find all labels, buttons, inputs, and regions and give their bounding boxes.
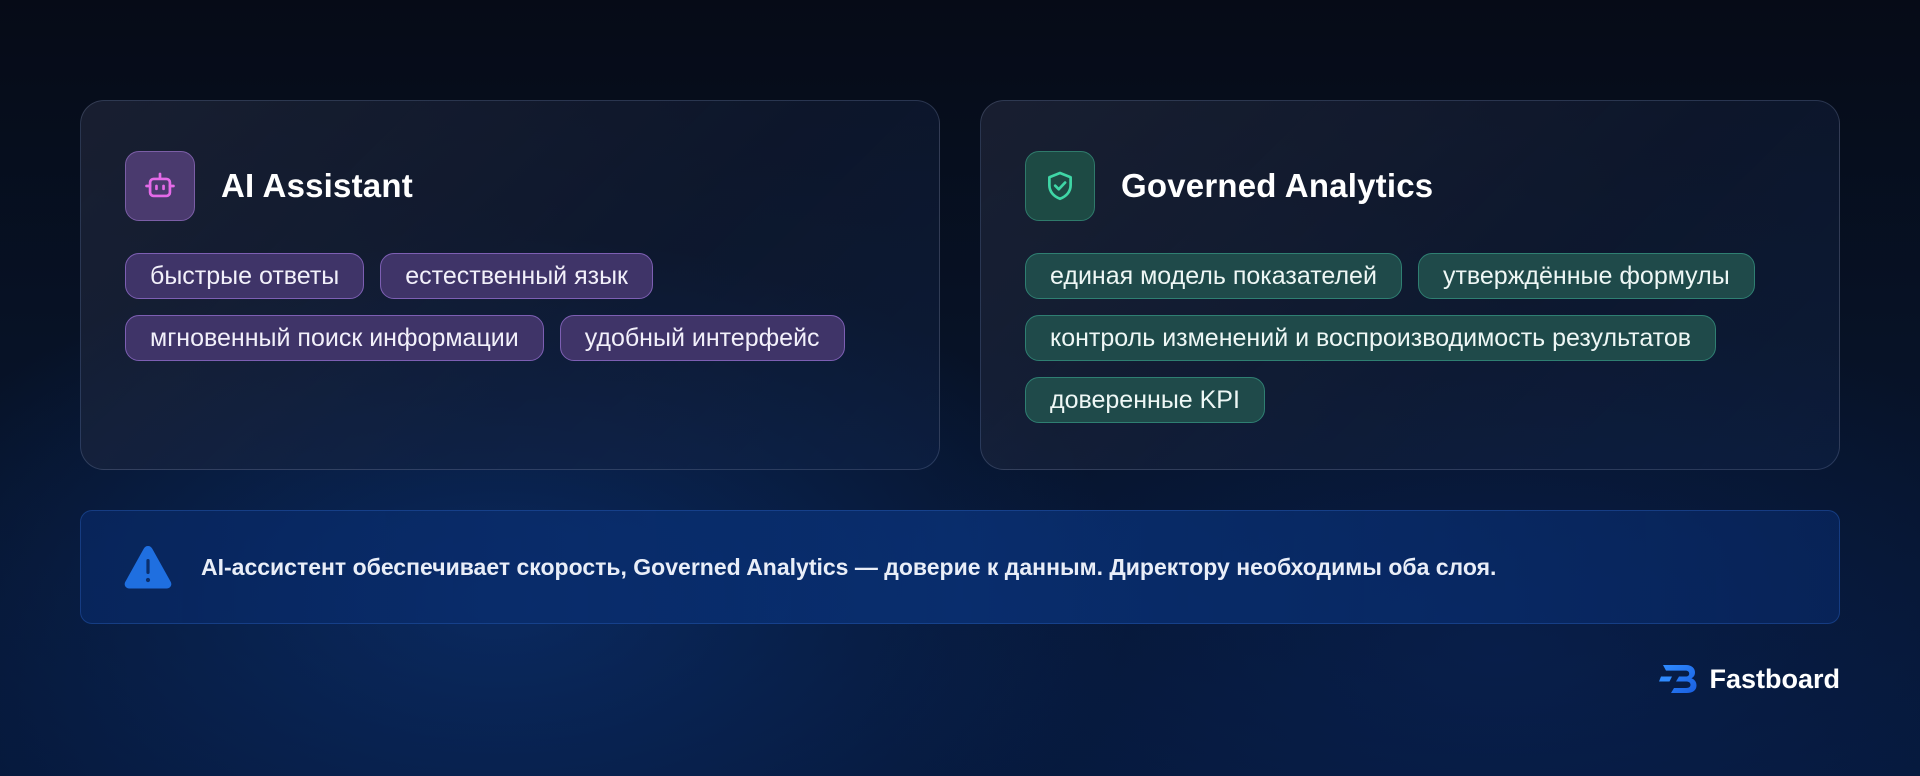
- tag: мгновенный поиск информации: [125, 315, 544, 361]
- card-header: Governed Analytics: [1025, 151, 1795, 221]
- card-header: AI Assistant: [125, 151, 895, 221]
- shield-check-icon: [1025, 151, 1095, 221]
- tag: доверенные KPI: [1025, 377, 1265, 423]
- summary-banner: AI-ассистент обеспечивает скорость, Gove…: [80, 510, 1840, 624]
- tag: единая модель показателей: [1025, 253, 1402, 299]
- summary-text: AI-ассистент обеспечивает скорость, Gove…: [201, 553, 1497, 580]
- tag: удобный интерфейс: [559, 315, 845, 361]
- card-title: AI Assistant: [221, 167, 413, 204]
- tag: контроль изменений и воспроизводимость р…: [1025, 315, 1717, 361]
- card-title: Governed Analytics: [1121, 167, 1434, 204]
- tag-list: быстрые ответы естественный язык мгновен…: [125, 253, 895, 361]
- brand-name: Fastboard: [1709, 663, 1840, 694]
- robot-icon: [125, 151, 195, 221]
- brand: Fastboard: [1659, 662, 1840, 696]
- fastboard-logo-icon: [1659, 665, 1697, 693]
- tag: быстрые ответы: [125, 253, 365, 299]
- tag-list: единая модель показателей утверждённые ф…: [1025, 253, 1795, 423]
- tag: утверждённые формулы: [1417, 253, 1755, 299]
- tag: естественный язык: [380, 253, 653, 299]
- ai-assistant-card: AI Assistant быстрые ответы естественный…: [80, 100, 940, 470]
- warning-icon: [124, 546, 172, 589]
- governed-analytics-card: Governed Analytics единая модель показат…: [980, 100, 1840, 470]
